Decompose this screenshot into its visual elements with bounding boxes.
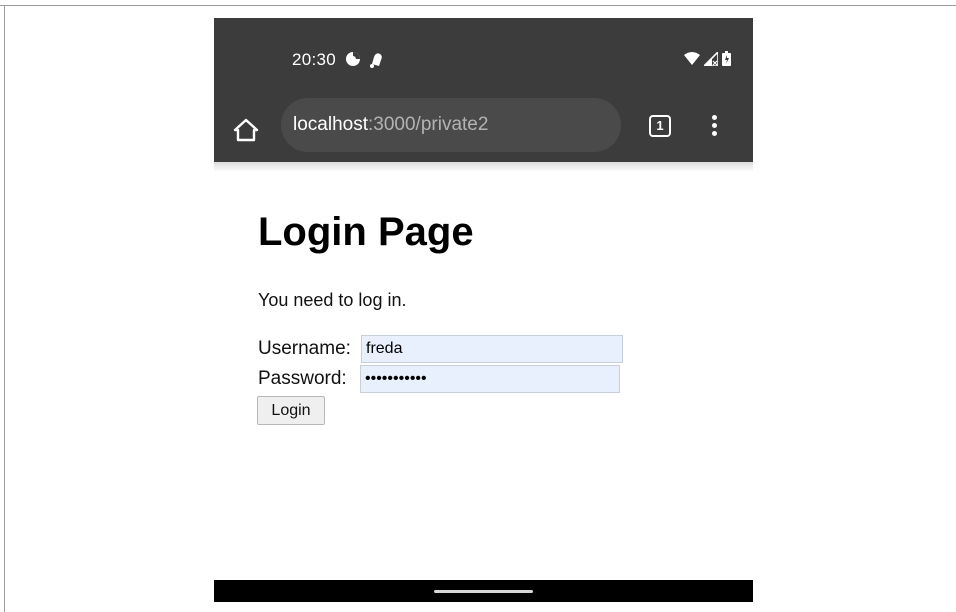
password-field[interactable] xyxy=(360,365,620,393)
password-label: Password: xyxy=(258,368,347,389)
tab-switcher-button[interactable]: 1 xyxy=(648,113,672,137)
window-border-left xyxy=(4,5,5,612)
username-label: Username: xyxy=(258,338,351,359)
window-border-top xyxy=(0,5,956,6)
menu-dot xyxy=(712,123,717,128)
status-bar: 20:30 xyxy=(214,18,753,96)
page-title: Login Page xyxy=(258,210,474,254)
login-message: You need to log in. xyxy=(258,290,407,310)
menu-dot xyxy=(712,131,717,136)
username-field[interactable] xyxy=(361,335,623,363)
url-host: localhost xyxy=(293,114,368,135)
gesture-handle[interactable] xyxy=(434,590,533,593)
address-bar[interactable]: localhost:3000/private2 xyxy=(281,98,621,152)
more-vert-icon[interactable] xyxy=(703,113,727,137)
tab-count: 1 xyxy=(649,115,671,137)
browser-toolbar: localhost:3000/private2 1 xyxy=(214,96,753,162)
cell-signal-icon xyxy=(702,49,719,71)
phone-screen: 20:30 localhost:3000/private2 1 Login Pa… xyxy=(214,18,753,602)
status-right-icons xyxy=(684,49,731,71)
url-path: :3000/private2 xyxy=(368,114,489,135)
data-saver-icon xyxy=(345,51,361,72)
toolbar-shadow xyxy=(214,162,753,172)
home-icon[interactable] xyxy=(232,116,260,144)
navigation-bar xyxy=(214,580,753,602)
notification-bell-icon xyxy=(368,51,385,73)
wifi-icon xyxy=(684,51,700,71)
login-button[interactable]: Login xyxy=(257,396,325,425)
url-text[interactable]: localhost:3000/private2 xyxy=(293,114,488,136)
battery-icon xyxy=(722,51,731,71)
menu-dot xyxy=(712,115,717,120)
status-time: 20:30 xyxy=(292,50,337,69)
